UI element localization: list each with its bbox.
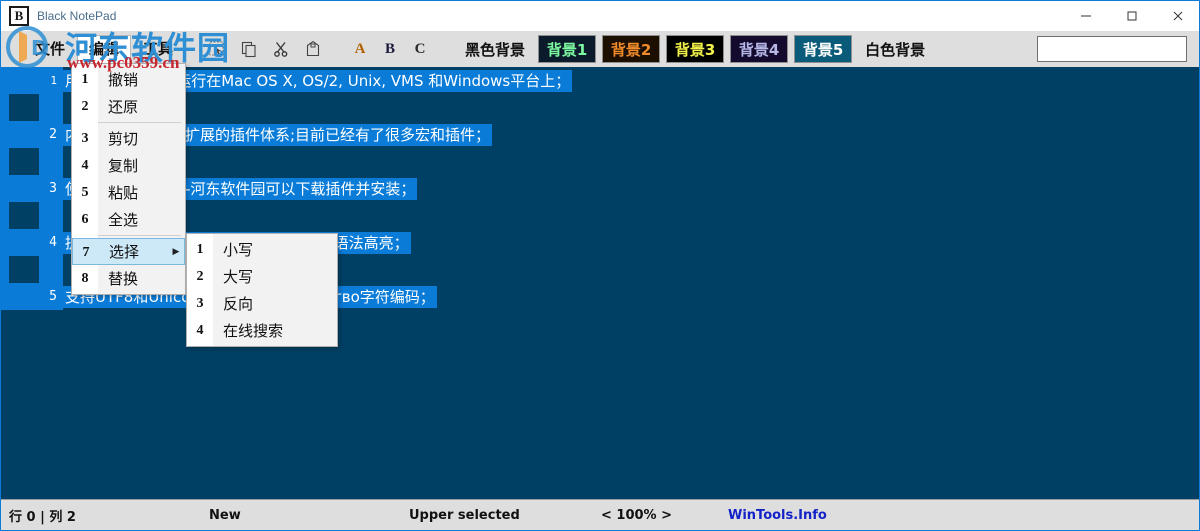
white-background-button[interactable]: 白色背景 xyxy=(855,35,935,63)
chevron-right-icon: ▶ xyxy=(172,246,180,256)
menu-label: 撤销 xyxy=(108,71,139,89)
menu-label: 选择 xyxy=(109,243,140,261)
window-controls xyxy=(1063,1,1199,31)
background-5-button[interactable]: 背景5 xyxy=(794,35,853,63)
menu-undo[interactable]: 1 撤销 xyxy=(72,66,185,93)
select-submenu[interactable]: 1 小写 2 大写 3 反向 4 在线搜索 xyxy=(186,233,338,347)
window-title: Black NotePad xyxy=(37,9,117,23)
application-window: B Black NotePad 文件 编辑 工具 A B C 黑色背景 背景1 … xyxy=(0,0,1200,531)
status-bar: 行 0 | 列 2 New Upper selected < 100% > Wi… xyxy=(1,499,1199,530)
line-number: 2 xyxy=(1,121,63,148)
paste-icon[interactable] xyxy=(300,36,326,62)
menu-number: 2 xyxy=(81,99,89,114)
status-selection-state: Upper selected xyxy=(409,507,520,523)
status-file-state: New xyxy=(209,507,241,523)
menu-label: 反向 xyxy=(223,295,254,313)
menu-number: 1 xyxy=(81,72,89,87)
status-brand-link[interactable]: WinTools.Info xyxy=(728,508,827,523)
menu-redo[interactable]: 2 还原 xyxy=(72,93,185,120)
menu-number: 2 xyxy=(196,269,204,284)
edit-dropdown[interactable]: 1 撤销 2 还原 3 剪切 4 复制 5 粘贴 6 全选 7 选择 ▶ 8 替… xyxy=(71,63,186,295)
minimize-button[interactable] xyxy=(1063,1,1109,31)
menu-label: 在线搜索 xyxy=(223,322,284,340)
search-input[interactable] xyxy=(1038,37,1186,61)
menu-number: 1 xyxy=(196,242,204,257)
cut-icon[interactable] xyxy=(268,36,294,62)
font-a-button[interactable]: A xyxy=(345,36,375,62)
menu-label: 全选 xyxy=(108,211,139,229)
close-button[interactable] xyxy=(1155,1,1199,31)
menu-label: 小写 xyxy=(223,241,254,259)
menu-replace[interactable]: 8 替换 xyxy=(72,265,185,292)
title-bar: B Black NotePad xyxy=(1,1,1199,31)
line-number: 4 xyxy=(1,229,63,256)
menu-number: 8 xyxy=(81,271,89,286)
menu-file[interactable]: 文件 xyxy=(23,35,77,63)
menu-number: 3 xyxy=(196,296,204,311)
menu-separator xyxy=(98,235,181,236)
menu-label: 粘贴 xyxy=(108,184,139,202)
line-number: 1 xyxy=(1,67,63,94)
menu-number: 5 xyxy=(81,185,89,200)
background-2-button[interactable]: 背景2 xyxy=(602,35,661,63)
menu-label: 还原 xyxy=(108,98,139,116)
background-4-button[interactable]: 背景4 xyxy=(730,35,789,63)
menu-number: 3 xyxy=(81,131,89,146)
background-3-button[interactable]: 背景3 xyxy=(666,35,725,63)
submenu-lowercase[interactable]: 1 小写 xyxy=(187,236,337,263)
line-number: 5 xyxy=(1,283,63,310)
menu-cut[interactable]: 3 剪切 xyxy=(72,125,185,152)
menu-label: 复制 xyxy=(108,157,139,175)
search-box[interactable] xyxy=(1037,36,1187,62)
menu-number: 7 xyxy=(82,245,90,260)
menu-select-all[interactable]: 6 全选 xyxy=(72,206,185,233)
black-background-button[interactable]: 黑色背景 xyxy=(455,39,535,60)
status-position: 行 0 | 列 2 xyxy=(9,509,76,525)
background-1-button[interactable]: 背景1 xyxy=(538,35,597,63)
submenu-online-search[interactable]: 4 在线搜索 xyxy=(187,317,337,344)
font-b-button[interactable]: B xyxy=(375,36,405,62)
menu-tools[interactable]: 工具 xyxy=(131,35,185,63)
submenu-reverse[interactable]: 3 反向 xyxy=(187,290,337,317)
copy-icon[interactable] xyxy=(236,36,262,62)
font-c-button[interactable]: C xyxy=(405,36,435,62)
menu-number: 4 xyxy=(81,158,89,173)
menu-label: 替换 xyxy=(108,270,139,288)
menu-toolbar-strip: 文件 编辑 工具 A B C 黑色背景 背景1 背景2 背景3 背景4 背景5 … xyxy=(1,31,1199,67)
menu-number: 4 xyxy=(196,323,204,338)
menu-label: 大写 xyxy=(223,268,254,286)
menu-select[interactable]: 7 选择 ▶ xyxy=(72,238,185,265)
menu-label: 剪切 xyxy=(108,130,139,148)
menu-separator xyxy=(98,122,181,123)
status-zoom[interactable]: < 100% > xyxy=(601,508,672,523)
menu-edit[interactable]: 编辑 xyxy=(77,35,132,63)
submenu-uppercase[interactable]: 2 大写 xyxy=(187,263,337,290)
menu-number: 6 xyxy=(81,212,89,227)
line-number: 3 xyxy=(1,175,63,202)
menu-paste[interactable]: 5 粘贴 xyxy=(72,179,185,206)
app-icon: B xyxy=(9,6,29,26)
maximize-button[interactable] xyxy=(1109,1,1155,31)
select-all-icon[interactable] xyxy=(204,36,230,62)
menu-copy[interactable]: 4 复制 xyxy=(72,152,185,179)
